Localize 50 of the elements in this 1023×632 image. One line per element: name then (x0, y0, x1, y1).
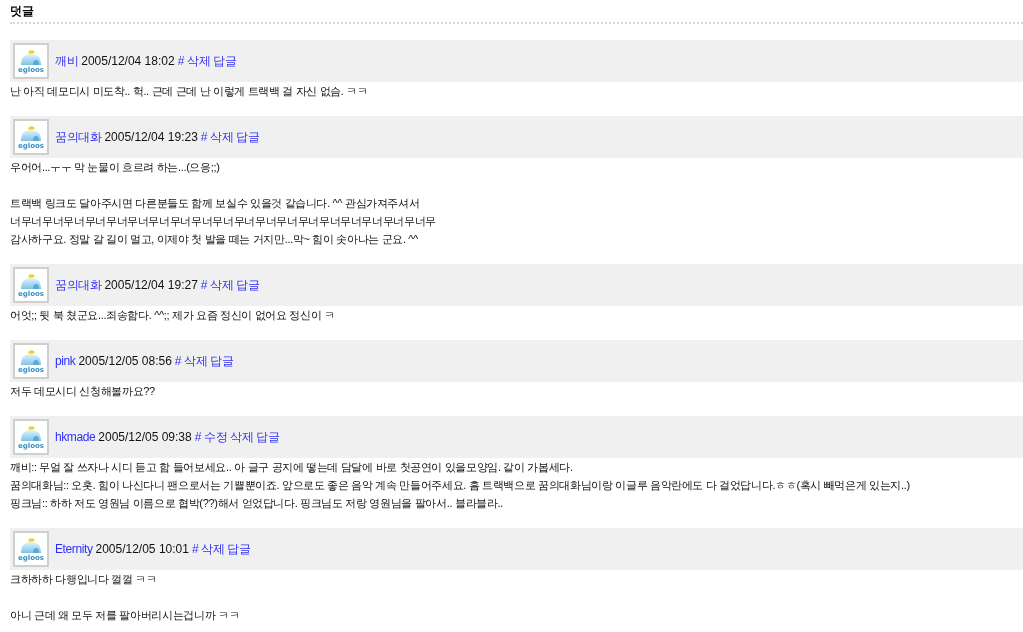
igloo-icon (19, 48, 43, 66)
comment-date: 2005/12/04 19:27 (104, 277, 198, 293)
action-link[interactable]: 삭제 (201, 541, 225, 557)
comment-text: 꿈의대화님:: 오홋. 힘이 나신다니 팬으로서는 기쁠뿐이죠. 앞으로도 좋은 음악 계속 만들어주세요. 흠 트랙백으로 꿈의대화님이랑 이글루 음악란에도 다 걸었답니다.ㅎㅎ(혹시 빼먹은게 있는지..) (10, 478, 911, 493)
action-link[interactable]: 답글 (213, 53, 237, 69)
author-link[interactable]: 꿈의대화 (55, 129, 102, 145)
author-link[interactable]: 꿈의대화 (55, 277, 102, 293)
author-link[interactable]: pink (55, 353, 76, 369)
action-link[interactable]: # (174, 353, 182, 369)
author-link[interactable]: Eternity (55, 541, 93, 557)
action-link[interactable]: 삭제 (210, 129, 234, 145)
action-link[interactable]: 삭제 (230, 429, 254, 445)
comment-text: 깨비:: 무얼 잘 쓰자나 시디 듣고 함 들어보세요.. 아 글구 공지에 떻는데 담달에 바로 첫공연이 있을모양임. 같이 가봅세다. (10, 460, 574, 475)
action-link[interactable]: 답글 (236, 277, 260, 293)
igloo-icon (19, 536, 43, 554)
comment-text: 아니 근데 왜 모두 저를 팔아버리시는겁니까 ㅋㅋ (10, 608, 241, 623)
action-link[interactable]: 삭제 (184, 353, 208, 369)
section-title: 덧글 (10, 2, 1023, 24)
comment-text: 어엇;; 뒷 북 쳤군요...죄송함다. ^^;; 제가 요즘 정신이 없어요 정신이 ㅋ (10, 308, 336, 323)
action-link[interactable]: 답글 (236, 129, 260, 145)
action-link[interactable]: # (194, 429, 201, 445)
author-link[interactable]: 깨비 (55, 53, 79, 69)
comment-date: 2005/12/05 09:38 (98, 429, 192, 445)
action-link[interactable]: 삭제 (186, 53, 211, 69)
comment-text: 저두 데모시디 신청해볼까요?? (10, 384, 156, 399)
author-link[interactable]: hkmade (55, 429, 96, 445)
action-link[interactable]: 삭제 (210, 277, 234, 293)
igloo-icon (19, 424, 43, 442)
action-link[interactable]: # (191, 541, 199, 557)
comment-text: 크하하하 다행입니다 껄껄 ㅋㅋ (10, 572, 158, 587)
comment-date: 2005/12/04 18:02 (81, 53, 175, 69)
igloo-icon (19, 124, 43, 142)
comment-text: 핑크님:: 하하 저도 영원님 이름으로 협박(??)해서 얻었답니다. 핑크님도 저랑 영원님을 팔아서.. 블라블라.. (10, 496, 504, 511)
action-link[interactable]: 수정 (204, 429, 228, 445)
comment-text: 트랙백 링크도 달아주시면 다른분들도 함께 보실수 있을것 같습니다. ^^ 관심가져주셔서 (10, 196, 421, 211)
action-link[interactable]: 답글 (256, 429, 280, 445)
comment-text: 너무너무너무너무너무너무너무너무너무너무너무너무너무너무너무너무너무너무너무너무 (10, 214, 437, 229)
comment-date: 2005/12/05 08:56 (78, 353, 172, 369)
comment-text: 난 아직 데모디시 미도착.. 헉.. 근데 근데 난 이렇게 트랙백 걸 자신 없슴. ㅋㅋ (10, 84, 369, 99)
igloo-icon (19, 348, 43, 366)
action-link[interactable]: 답글 (210, 353, 234, 369)
comment-text: 우어어...ㅜㅜ 막 눈물이 흐르려 하는...(으응;;) (10, 160, 221, 175)
comment-text: 감사하구요. 정말 갈 길이 멀고, 이제야 첫 발을 떼는 거지만...막~ 힘이 솟아나는 군요. ^^ (10, 232, 419, 247)
comment-date: 2005/12/05 10:01 (95, 541, 189, 557)
igloo-icon (19, 272, 43, 290)
action-link[interactable]: 답글 (227, 541, 251, 557)
comment-date: 2005/12/04 19:23 (104, 129, 198, 145)
action-link[interactable]: # (200, 129, 208, 145)
action-link[interactable]: # (200, 277, 208, 293)
action-link[interactable]: # (177, 53, 184, 69)
